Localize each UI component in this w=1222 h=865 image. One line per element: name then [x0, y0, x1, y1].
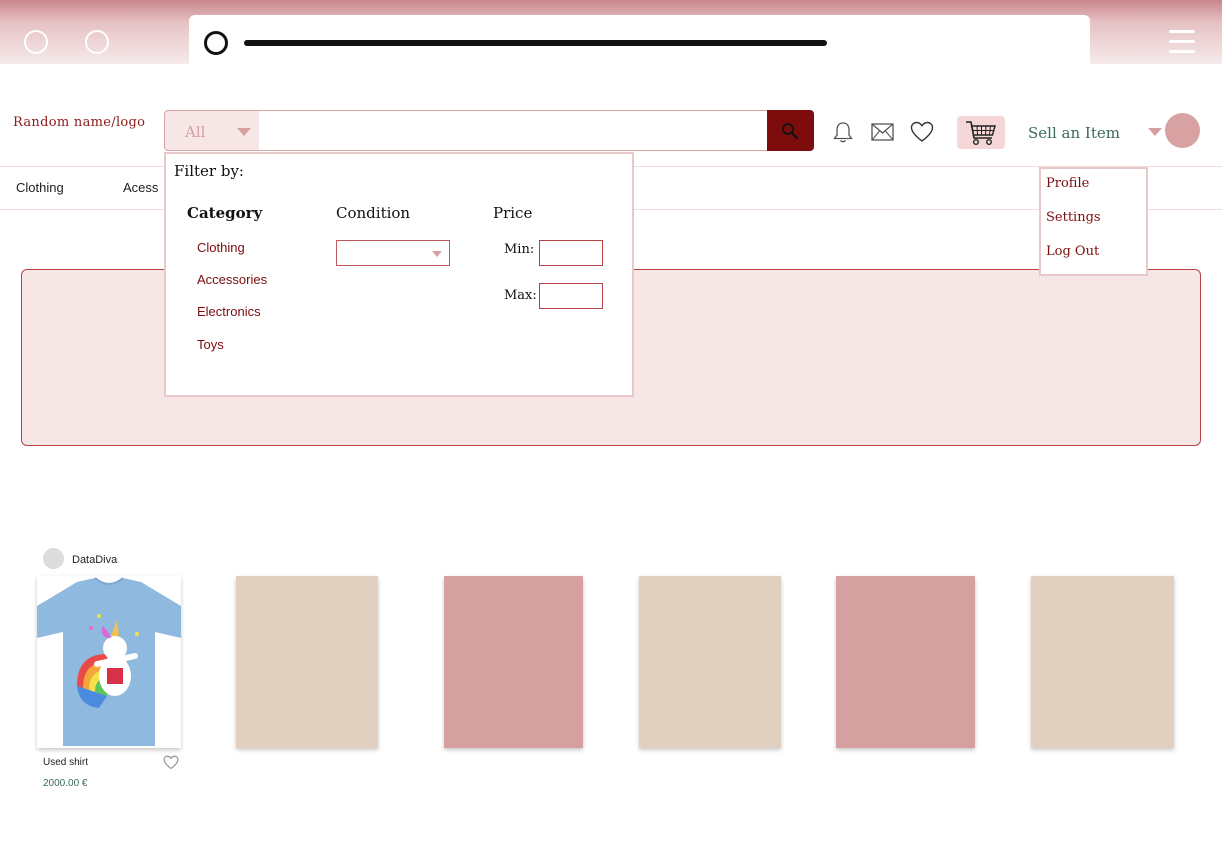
site-logo[interactable]: Random name/logo [13, 115, 145, 130]
filter-category-toys[interactable]: Toys [197, 337, 224, 352]
max-price-input[interactable] [539, 283, 603, 309]
filter-title: Filter by: [174, 162, 244, 180]
filter-category-electronics[interactable]: Electronics [197, 304, 261, 319]
bell-icon[interactable] [832, 120, 854, 144]
heart-icon[interactable] [910, 121, 934, 143]
product-card-placeholder[interactable] [236, 576, 378, 748]
nav-item-clothing[interactable]: Clothing [16, 180, 64, 195]
search-button[interactable] [767, 110, 814, 151]
product-card-placeholder[interactable] [836, 576, 975, 748]
menu-item-settings[interactable]: Settings [1046, 210, 1101, 225]
avatar[interactable] [1165, 113, 1200, 148]
window-control-icon[interactable] [85, 30, 109, 54]
condition-select[interactable] [336, 240, 450, 266]
max-price-label: Max: [504, 288, 537, 303]
menu-item-profile[interactable]: Profile [1046, 176, 1089, 191]
seller-avatar[interactable] [43, 548, 64, 569]
shopping-cart-icon [966, 121, 996, 146]
chevron-down-icon[interactable] [1148, 128, 1162, 136]
chevron-down-icon [237, 128, 251, 136]
hamburger-menu-icon[interactable] [1169, 30, 1195, 54]
search-icon [782, 123, 799, 140]
product-card-placeholder[interactable] [444, 576, 583, 748]
filter-category-accessories[interactable]: Accessories [197, 272, 267, 287]
menu-item-log-out[interactable]: Log Out [1046, 244, 1099, 259]
seller-name[interactable]: DataDiva [72, 554, 117, 566]
product-card-placeholder[interactable] [1031, 576, 1174, 748]
mail-icon[interactable] [871, 123, 894, 141]
filter-panel: Filter by: Category Clothing Accessories… [164, 152, 634, 397]
browser-chrome [0, 0, 1222, 64]
profile-menu: Profile Settings Log Out [1039, 167, 1148, 276]
min-price-input[interactable] [539, 240, 603, 266]
search-scope-value: All [185, 123, 206, 141]
product-name[interactable]: Used shirt [43, 757, 88, 768]
product-card-image[interactable] [37, 576, 181, 748]
filter-category-clothing[interactable]: Clothing [197, 240, 245, 255]
url-text-placeholder [244, 40, 827, 46]
unicorn-tshirt-image [37, 577, 181, 746]
category-heading: Category [187, 204, 263, 222]
chevron-down-icon [432, 251, 442, 257]
product-card-placeholder[interactable] [639, 576, 781, 748]
address-bar[interactable] [189, 15, 1090, 64]
sell-item-link[interactable]: Sell an Item [1028, 124, 1120, 142]
favorite-heart-icon[interactable] [163, 755, 179, 770]
cart-button[interactable] [957, 116, 1005, 149]
window-control-icon[interactable] [24, 30, 48, 54]
nav-item-accessories[interactable]: Acess [123, 180, 158, 195]
site-icon [204, 31, 228, 55]
min-price-label: Min: [504, 242, 535, 257]
condition-heading: Condition [336, 204, 411, 222]
price-heading: Price [493, 204, 533, 222]
product-price: 2000.00 € [43, 778, 88, 789]
search-scope-select[interactable]: All [164, 110, 260, 151]
search-input[interactable] [259, 110, 768, 151]
